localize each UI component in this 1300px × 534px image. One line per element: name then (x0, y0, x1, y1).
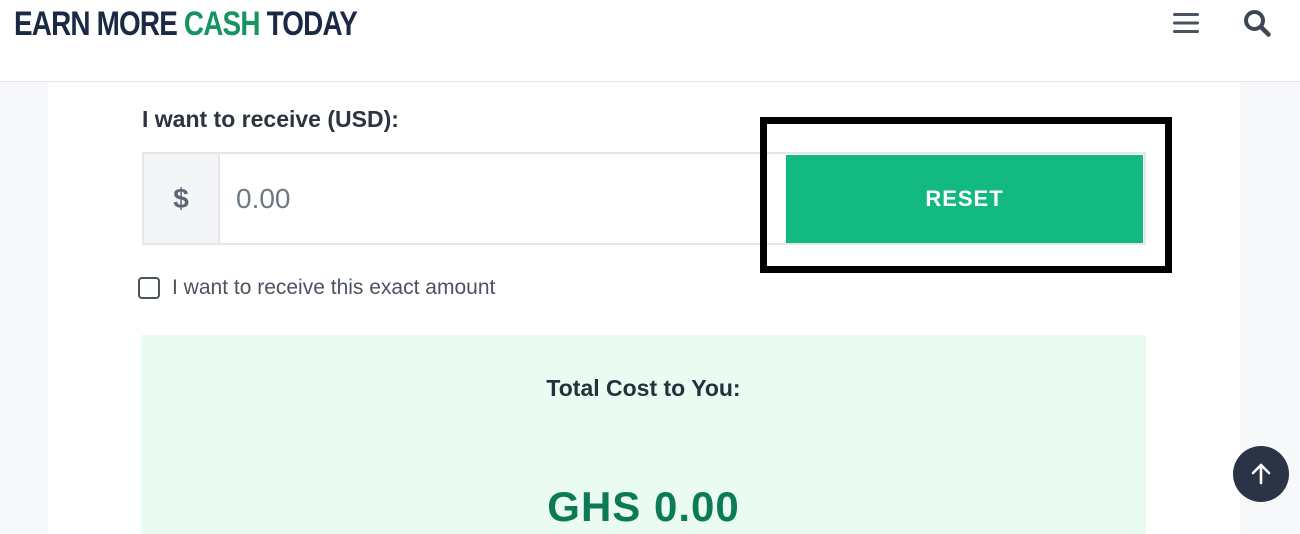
reset-button[interactable]: RESET (786, 155, 1143, 243)
logo-text-cash: CASH (183, 5, 261, 43)
logo-text-today: TODAY (259, 5, 358, 43)
total-cost-value: GHS 0.00 (547, 483, 740, 530)
hamburger-menu-icon[interactable] (1172, 10, 1200, 36)
currency-symbol: $ (144, 154, 220, 243)
exact-amount-checkbox[interactable] (138, 277, 160, 299)
search-icon[interactable] (1242, 8, 1272, 38)
receive-amount-label: I want to receive (USD): (142, 106, 399, 132)
amount-input[interactable] (220, 154, 786, 243)
exact-amount-option[interactable]: I want to receive this exact amount (138, 274, 495, 302)
exact-amount-label[interactable]: I want to receive this exact amount (172, 276, 495, 300)
logo-text-earn-more: EARN MORE (14, 5, 184, 43)
back-to-top-button[interactable] (1233, 446, 1289, 502)
site-logo[interactable]: EARN MORE CASH TODAY (14, 4, 358, 44)
arrow-up-icon (1251, 463, 1271, 485)
site-header: EARN MORE CASH TODAY (0, 0, 1300, 82)
total-cost-title: Total Cost to You: (546, 375, 741, 401)
total-cost-panel: Total Cost to You: GHS 0.00 (141, 335, 1146, 534)
